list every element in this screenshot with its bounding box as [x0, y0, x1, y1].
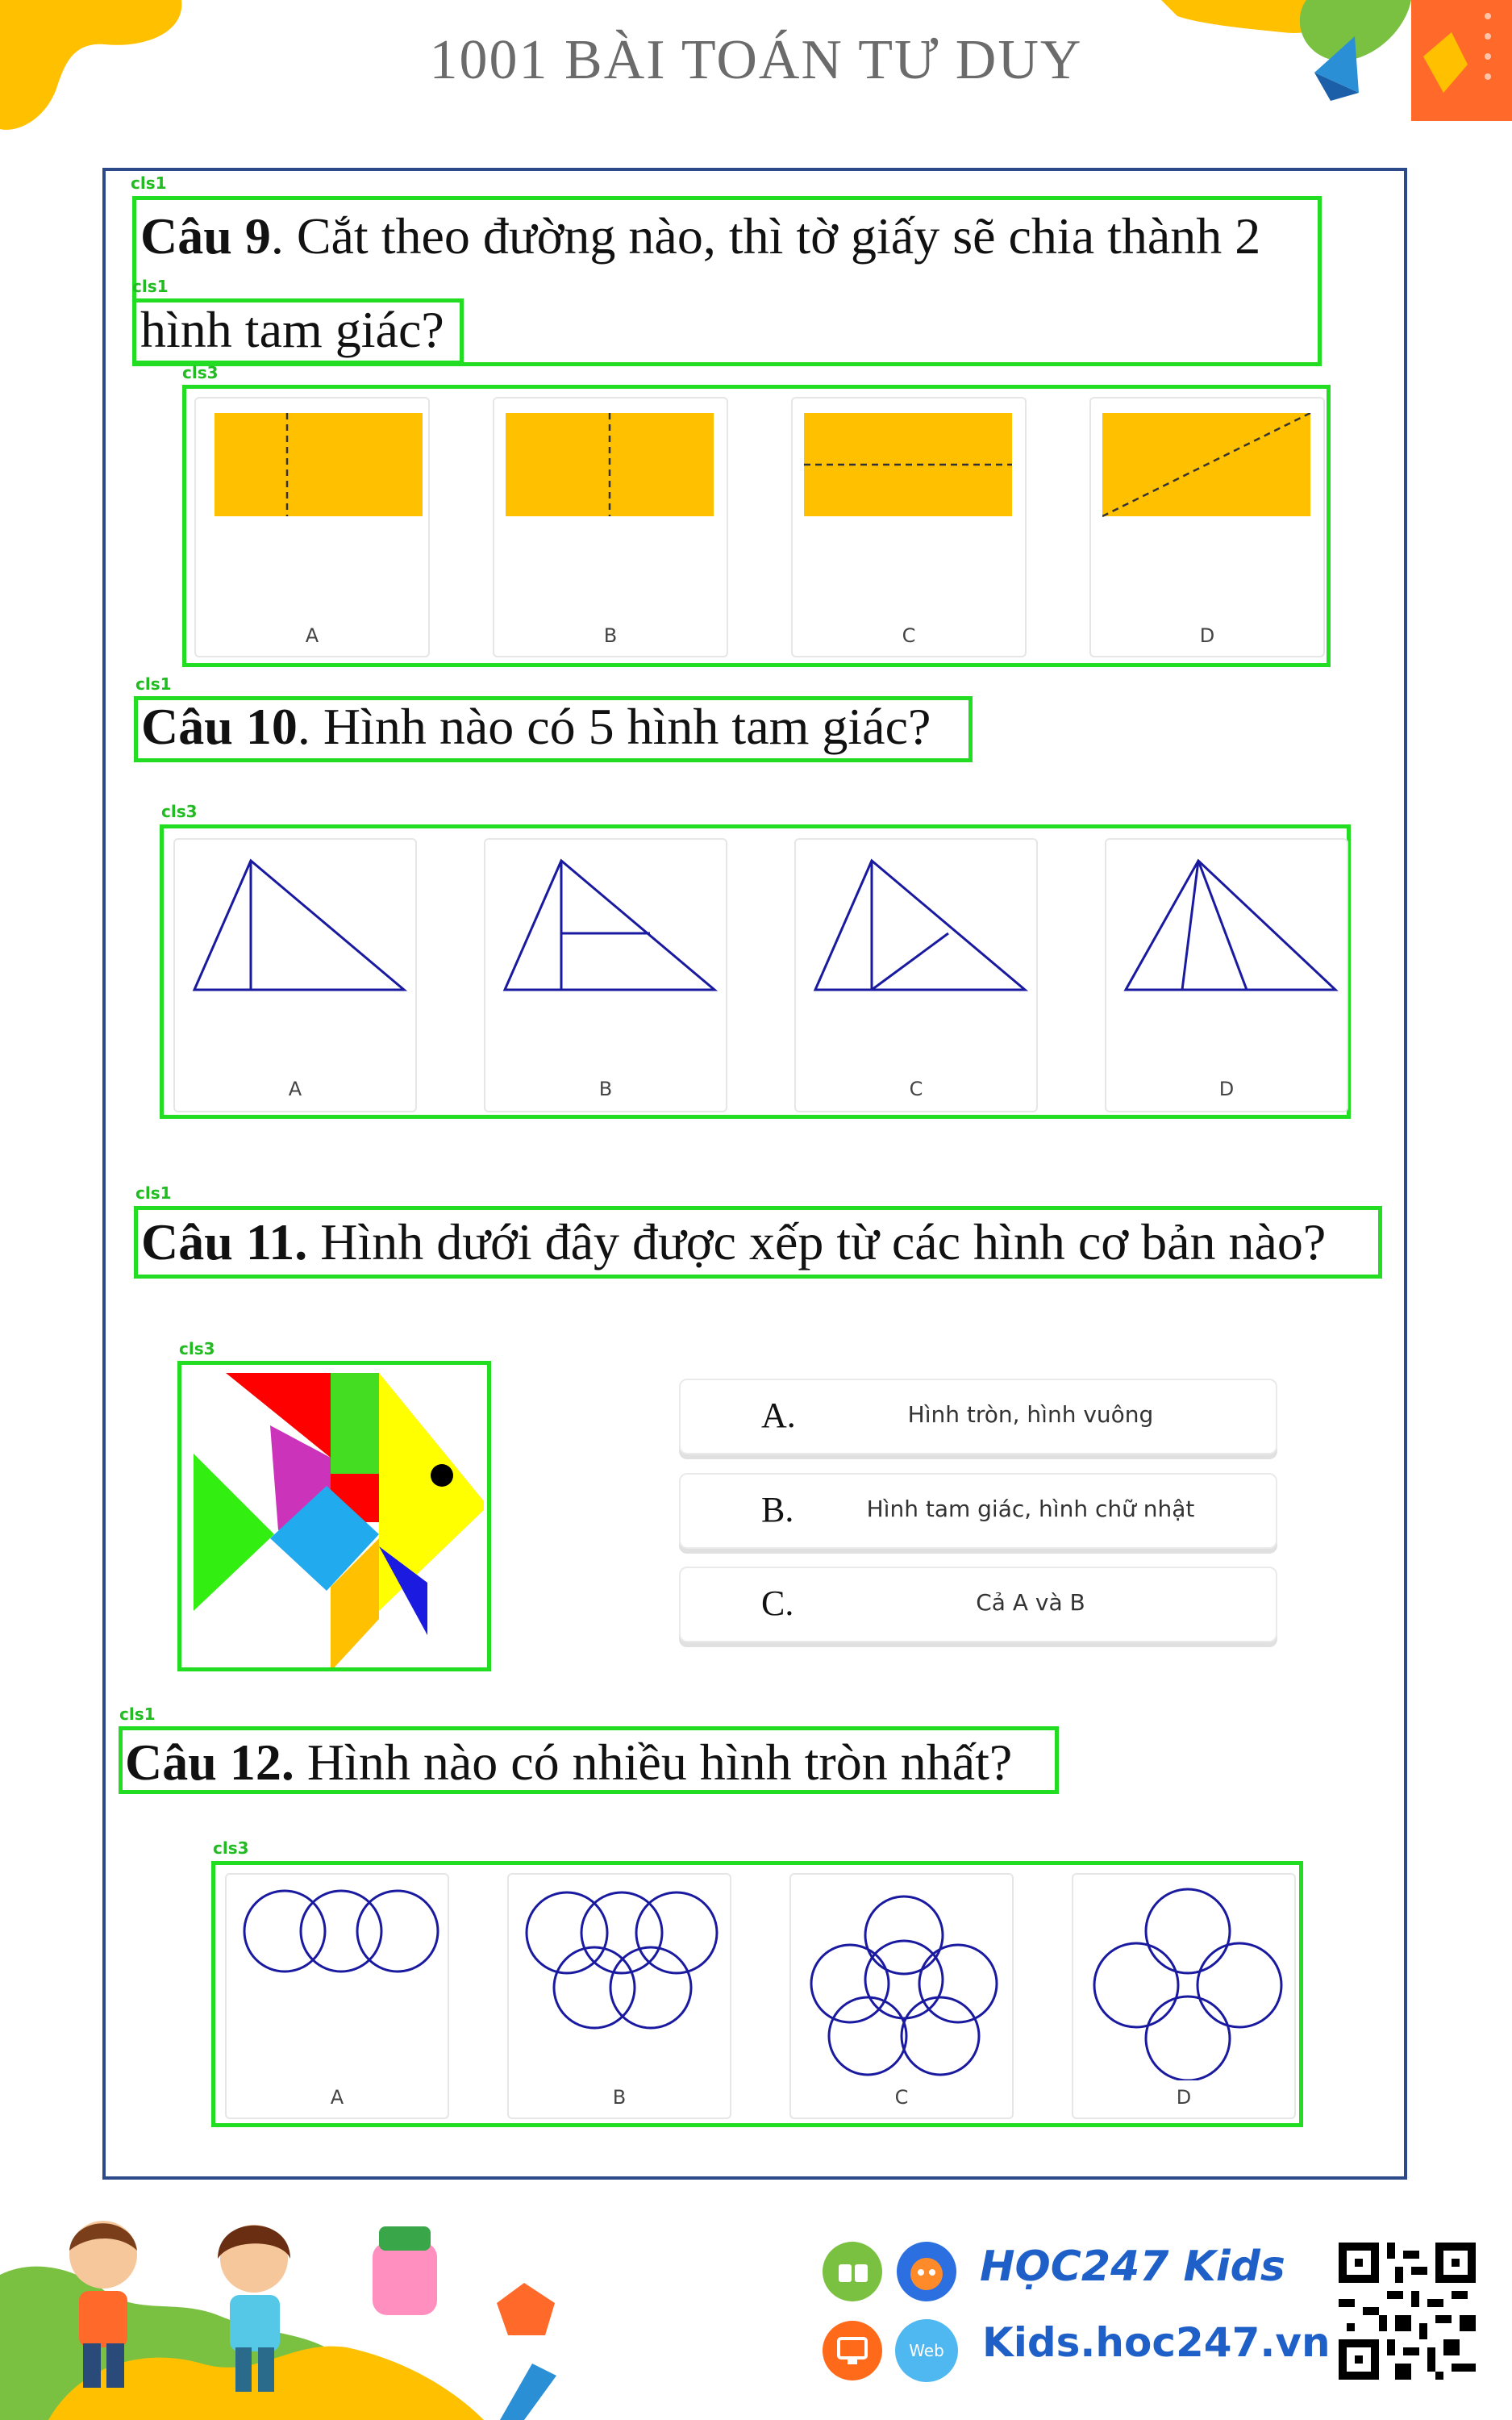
option-label: A [288, 1078, 302, 1100]
answer-option-a[interactable]: A. Hình tròn, hình vuông [679, 1379, 1277, 1454]
option-card-b[interactable]: B [493, 397, 728, 657]
triangle-figure-d [1123, 858, 1339, 991]
answer-text: Cả A và B [976, 1589, 1085, 1616]
region-tag: cls3 [213, 1838, 249, 1858]
option-label: C [894, 2086, 909, 2109]
question-number: Câu 10 [141, 698, 298, 755]
triangle-figure-a [192, 858, 408, 991]
option-label: D [1176, 2086, 1192, 2109]
answer-letter: B. [761, 1490, 794, 1529]
option-label: B [603, 624, 618, 647]
region-tag: cls1 [135, 674, 172, 694]
question-12-text: Câu 12. Hình nào có nhiều hình tròn nhất… [125, 1734, 1013, 1791]
page-header-title: 1001 BÀI TOÁN TƯ DUY [429, 29, 1083, 91]
option-card-a[interactable]: A [225, 1873, 449, 2119]
option-card-a[interactable]: A [173, 838, 417, 1112]
answer-option-c[interactable]: C. Cả A và B [679, 1567, 1277, 1642]
qr-code-icon[interactable] [1339, 2243, 1476, 2380]
paper-rect-vertical-cut [215, 413, 423, 516]
option-card-a[interactable]: A [194, 397, 430, 657]
question-11-figure-box [177, 1361, 491, 1671]
triangle-figure-c [813, 858, 1029, 991]
option-card-d[interactable]: D [1072, 1873, 1296, 2119]
circles-figure-a [243, 1889, 439, 1973]
option-card-b[interactable]: B [507, 1873, 731, 2119]
region-tag: cls3 [161, 802, 198, 821]
tangram-fish-icon [194, 1373, 484, 1667]
answer-text: Hình tròn, hình vuông [907, 1401, 1154, 1428]
paper-rect-diagonal-cut [1102, 413, 1311, 518]
question-10-options-box: A B C D [160, 824, 1351, 1119]
answer-text: Hình tam giác, hình chữ nhật [866, 1496, 1195, 1522]
triangle-figure-b [502, 858, 719, 991]
circles-figure-c [810, 1895, 998, 2076]
paper-rect-horizontal-cut [804, 413, 1012, 516]
option-card-c[interactable]: C [789, 1873, 1014, 2119]
option-label: C [909, 1078, 923, 1100]
question-9-text: Câu 9. Cắt theo đường nào, thì tờ giấy s… [140, 207, 1261, 265]
circles-figure-b [525, 1891, 719, 2030]
option-card-b[interactable]: B [484, 838, 727, 1112]
question-12-options-box: A B C D [211, 1861, 1303, 2127]
option-card-c[interactable]: C [794, 838, 1038, 1112]
option-label: D [1218, 1078, 1235, 1100]
question-9-options-box: A B C D [182, 385, 1331, 667]
option-card-c[interactable]: C [791, 397, 1027, 657]
question-10-text: Câu 10. Hình nào có 5 hình tam giác? [141, 698, 931, 755]
question-number: Câu 12. [125, 1734, 294, 1791]
question-9-text-line2: hình tam giác? [140, 301, 444, 358]
region-tag: cls1 [132, 277, 169, 296]
answer-option-b[interactable]: B. Hình tam giác, hình chữ nhật [679, 1473, 1277, 1549]
option-label: A [330, 2086, 344, 2109]
region-tag: cls3 [179, 1339, 215, 1358]
region-tag: cls1 [135, 1183, 172, 1203]
option-label: C [902, 624, 916, 647]
circles-figure-d [1093, 1888, 1283, 2080]
footer-kids-illustration [0, 2221, 556, 2420]
android-ios-icon[interactable] [821, 2240, 884, 2303]
option-label: B [612, 2086, 627, 2109]
question-number: Câu 9 [140, 207, 271, 265]
answer-letter: C. [761, 1583, 794, 1623]
paper-rect-center-cut [506, 413, 714, 516]
website-link[interactable]: Kids.hoc247.vn [982, 2319, 1331, 2366]
answer-letter: A. [761, 1396, 796, 1435]
region-tag: cls1 [119, 1704, 156, 1724]
option-card-d[interactable]: D [1105, 838, 1348, 1112]
mascot-app-icon[interactable] [895, 2240, 958, 2303]
question-11-text: Câu 11. Hình dưới đây được xếp từ các hì… [141, 1213, 1327, 1270]
web-badge-icon[interactable]: Web [895, 2319, 958, 2382]
option-label: D [1199, 624, 1215, 647]
question-number: Câu 11. [141, 1213, 308, 1270]
option-card-d[interactable]: D [1089, 397, 1325, 657]
desktop-icon[interactable] [821, 2319, 884, 2382]
region-tag: cls1 [131, 173, 167, 193]
brand-logo[interactable]: HỌC247 Kids [980, 2243, 1285, 2291]
option-label: A [305, 624, 319, 647]
region-tag: cls3 [182, 363, 219, 382]
option-label: B [598, 1078, 613, 1100]
